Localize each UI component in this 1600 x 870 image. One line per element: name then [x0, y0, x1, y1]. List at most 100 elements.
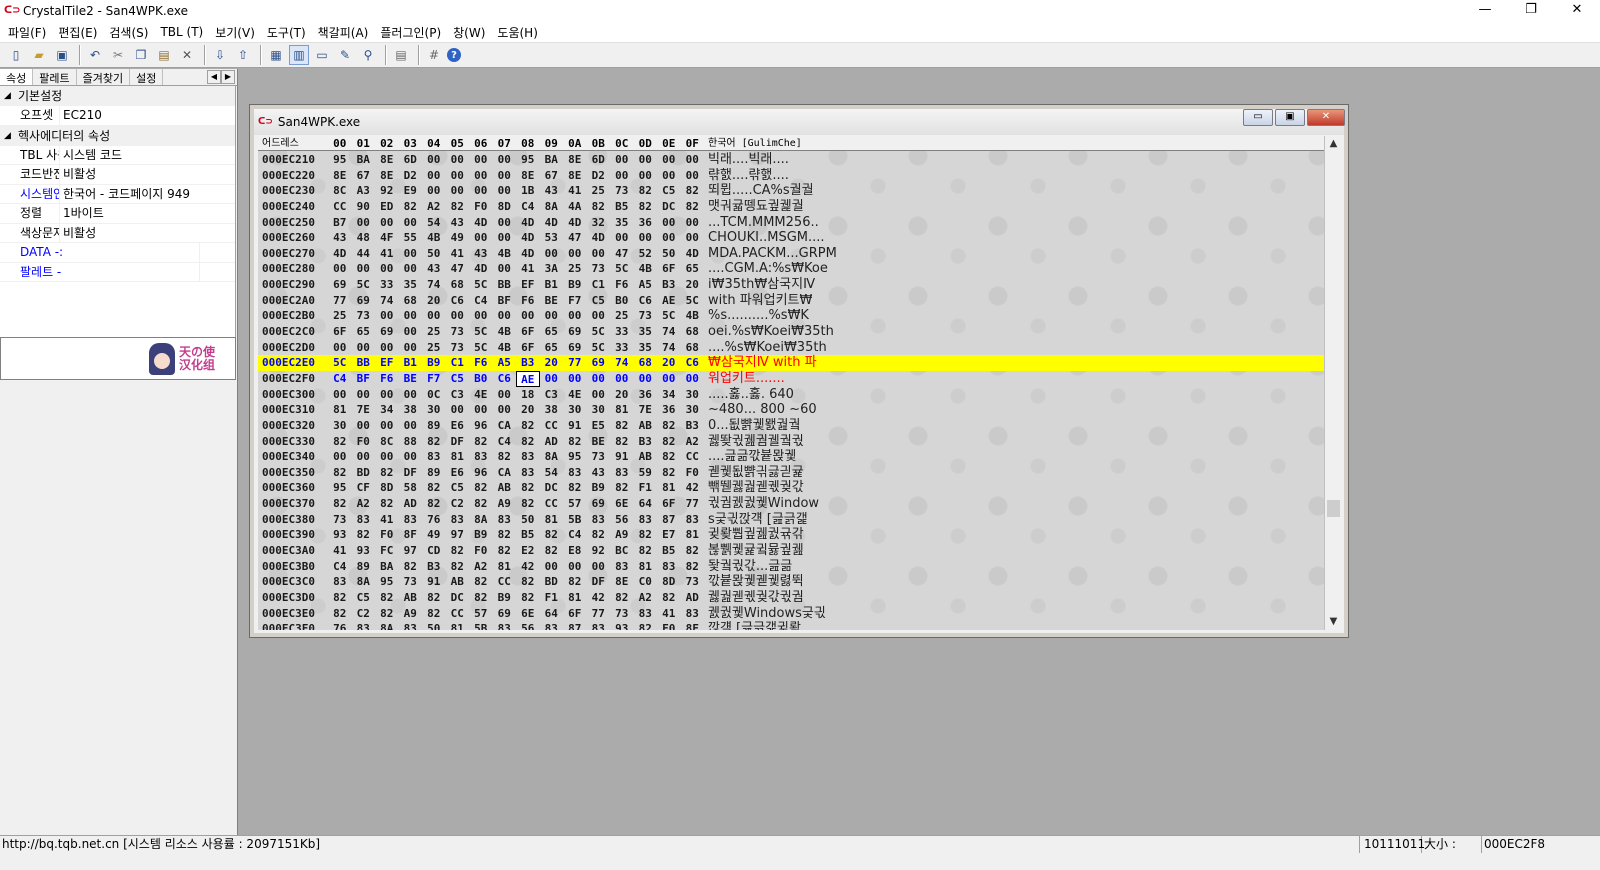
hex-byte[interactable]: 82 — [469, 434, 493, 450]
hex-view-icon[interactable]: ▥ — [289, 45, 309, 65]
hex-byte[interactable]: 00 — [422, 183, 446, 199]
hex-byte[interactable]: 00 — [399, 449, 423, 465]
hex-byte[interactable]: 91 — [610, 449, 634, 465]
hex-byte[interactable]: 8A — [352, 574, 376, 590]
hex-byte[interactable]: 00 — [634, 230, 658, 246]
hex-byte[interactable]: D2 — [399, 168, 423, 184]
hex-byte[interactable]: C4 — [328, 559, 352, 575]
menu-bookmarks[interactable]: 책갈피(A) — [312, 24, 375, 41]
hex-byte[interactable]: 55 — [399, 230, 423, 246]
hex-byte[interactable]: 00 — [634, 371, 658, 387]
hex-byte[interactable]: 82 — [328, 465, 352, 481]
maximize-button[interactable]: ❐ — [1508, 0, 1554, 22]
hex-byte[interactable]: B9 — [493, 590, 517, 606]
hex-byte[interactable]: E2 — [516, 543, 540, 559]
property-value[interactable]: EC210 — [60, 106, 235, 125]
hex-byte[interactable]: 82 — [516, 418, 540, 434]
hex-byte[interactable]: AE — [516, 370, 540, 387]
hex-byte[interactable]: 82 — [375, 496, 399, 512]
hex-byte[interactable]: AD — [540, 434, 564, 450]
hex-byte[interactable]: 30 — [328, 418, 352, 434]
hex-byte[interactable]: 96 — [469, 418, 493, 434]
tab-left-arrow-icon[interactable]: ◀ — [207, 70, 221, 84]
hex-byte[interactable]: 69 — [563, 324, 587, 340]
hex-byte[interactable]: 83 — [399, 621, 423, 630]
hex-byte[interactable]: C6 — [493, 371, 517, 387]
hex-byte[interactable]: 81 — [540, 512, 564, 528]
hex-byte[interactable]: 41 — [657, 606, 681, 622]
hex-byte[interactable]: 20 — [657, 355, 681, 371]
hex-byte[interactable]: 00 — [634, 152, 658, 168]
find-icon[interactable]: ⚲ — [358, 45, 378, 65]
hex-byte[interactable]: 0C — [422, 387, 446, 403]
decoded-text[interactable]: ₩삼국지Ⅳ with 파 — [708, 355, 817, 371]
hex-row[interactable]: 000EC390 93 82 F0 8F 49 97 B9 82 B5 82 C4 82 A9 82 E7 81… — [258, 527, 1324, 543]
hex-byte[interactable]: A2 — [634, 590, 658, 606]
hex-byte[interactable]: 82 — [540, 543, 564, 559]
hex-byte[interactable]: 5C — [587, 340, 611, 356]
property-row[interactable]: TBL 사용 시스템 코드 — [0, 145, 235, 165]
hex-byte[interactable]: 25 — [422, 324, 446, 340]
hex-byte[interactable]: 35 — [634, 340, 658, 356]
hex-byte[interactable]: 1B — [516, 183, 540, 199]
hex-byte[interactable]: 3A — [540, 261, 564, 277]
hex-byte[interactable]: 8F — [399, 527, 423, 543]
hex-byte[interactable]: 8E — [610, 574, 634, 590]
hex-byte[interactable]: 00 — [493, 230, 517, 246]
hex-byte[interactable]: 4D — [516, 230, 540, 246]
hex-row[interactable]: 000EC380 73 83 41 83 76 83 8A 83 50 81 5B 83 56 83 87 83… — [258, 512, 1324, 528]
hex-byte[interactable]: 00 — [422, 168, 446, 184]
hex-byte[interactable]: 50 — [422, 246, 446, 262]
hex-byte[interactable]: C5 — [352, 590, 376, 606]
hex-byte[interactable]: DC — [540, 480, 564, 496]
hex-byte[interactable]: 69 — [587, 355, 611, 371]
hex-byte[interactable]: 6F — [328, 324, 352, 340]
hex-byte[interactable]: BF — [493, 293, 517, 309]
hex-byte[interactable]: 00 — [328, 387, 352, 403]
hex-byte[interactable]: 6E — [610, 496, 634, 512]
decoded-text[interactable]: CHOUKI..MSGM.... — [708, 230, 825, 246]
hex-byte[interactable]: 00 — [681, 215, 705, 231]
hex-byte[interactable]: 83 — [587, 621, 611, 630]
grid-icon[interactable]: # — [424, 45, 444, 65]
hex-byte[interactable]: 82 — [516, 590, 540, 606]
hex-byte[interactable]: 35 — [634, 324, 658, 340]
hex-byte[interactable]: 4D — [516, 246, 540, 262]
hex-byte[interactable]: A9 — [493, 496, 517, 512]
hex-byte[interactable]: 82 — [681, 199, 705, 215]
hex-row[interactable]: 000EC260 43 48 4F 55 4B 49 00 00 4D 53 47 4D 00 00 00 00… — [258, 230, 1324, 246]
hex-byte[interactable]: 89 — [422, 465, 446, 481]
hex-row[interactable]: 000EC2E0 5C BB EF B1 B9 C1 F6 A5 B3 20 77 69 74 68 20 C6… — [258, 355, 1324, 371]
hex-byte[interactable]: 82 — [446, 543, 470, 559]
hex-byte[interactable]: F6 — [469, 355, 493, 371]
hex-byte[interactable]: 00 — [399, 215, 423, 231]
hex-byte[interactable]: 4E — [469, 387, 493, 403]
hex-byte[interactable]: 82 — [352, 527, 376, 543]
hex-byte[interactable]: C5 — [587, 293, 611, 309]
decoded-text[interactable]: ~480... 800 ~60 — [708, 402, 817, 418]
copy-icon[interactable]: ❐ — [131, 45, 151, 65]
hex-byte[interactable]: 8A — [540, 199, 564, 215]
hex-byte[interactable]: 83 — [493, 621, 517, 630]
hex-byte[interactable]: E7 — [657, 527, 681, 543]
hex-byte[interactable]: 54 — [540, 465, 564, 481]
property-value[interactable]: 시스템 코드 — [60, 146, 235, 165]
hex-byte[interactable]: 74 — [657, 340, 681, 356]
decoded-text[interactable]: MDA.PACKM...GRPM — [708, 246, 837, 262]
hex-byte[interactable]: 82 — [399, 559, 423, 575]
hex-byte[interactable]: 82 — [563, 434, 587, 450]
hex-view[interactable]: 어드레스 00 01 02 03 04 05 06 07 08 09 0A 0B 0C 0D 0E 0F 한국… — [258, 136, 1324, 630]
hex-byte[interactable]: B3 — [422, 559, 446, 575]
hex-byte[interactable]: 93 — [328, 527, 352, 543]
hex-byte[interactable]: 82 — [540, 527, 564, 543]
hex-byte[interactable]: 43 — [469, 246, 493, 262]
hex-row[interactable]: 000EC220 8E 67 8E D2 00 00 00 00 8E 67 8E D2 00 00 00 00… — [258, 168, 1324, 184]
hex-byte[interactable]: 82 — [422, 590, 446, 606]
hex-byte[interactable]: 00 — [563, 246, 587, 262]
hex-byte[interactable]: CC — [493, 574, 517, 590]
collapse-icon[interactable]: ◢ — [4, 86, 18, 106]
hex-byte[interactable]: 96 — [469, 465, 493, 481]
hex-byte[interactable]: 82 — [446, 559, 470, 575]
decoded-text[interactable]: 깑걕 [긆긁갩귖뢎 — [708, 621, 801, 630]
hex-byte[interactable]: 82 — [516, 496, 540, 512]
